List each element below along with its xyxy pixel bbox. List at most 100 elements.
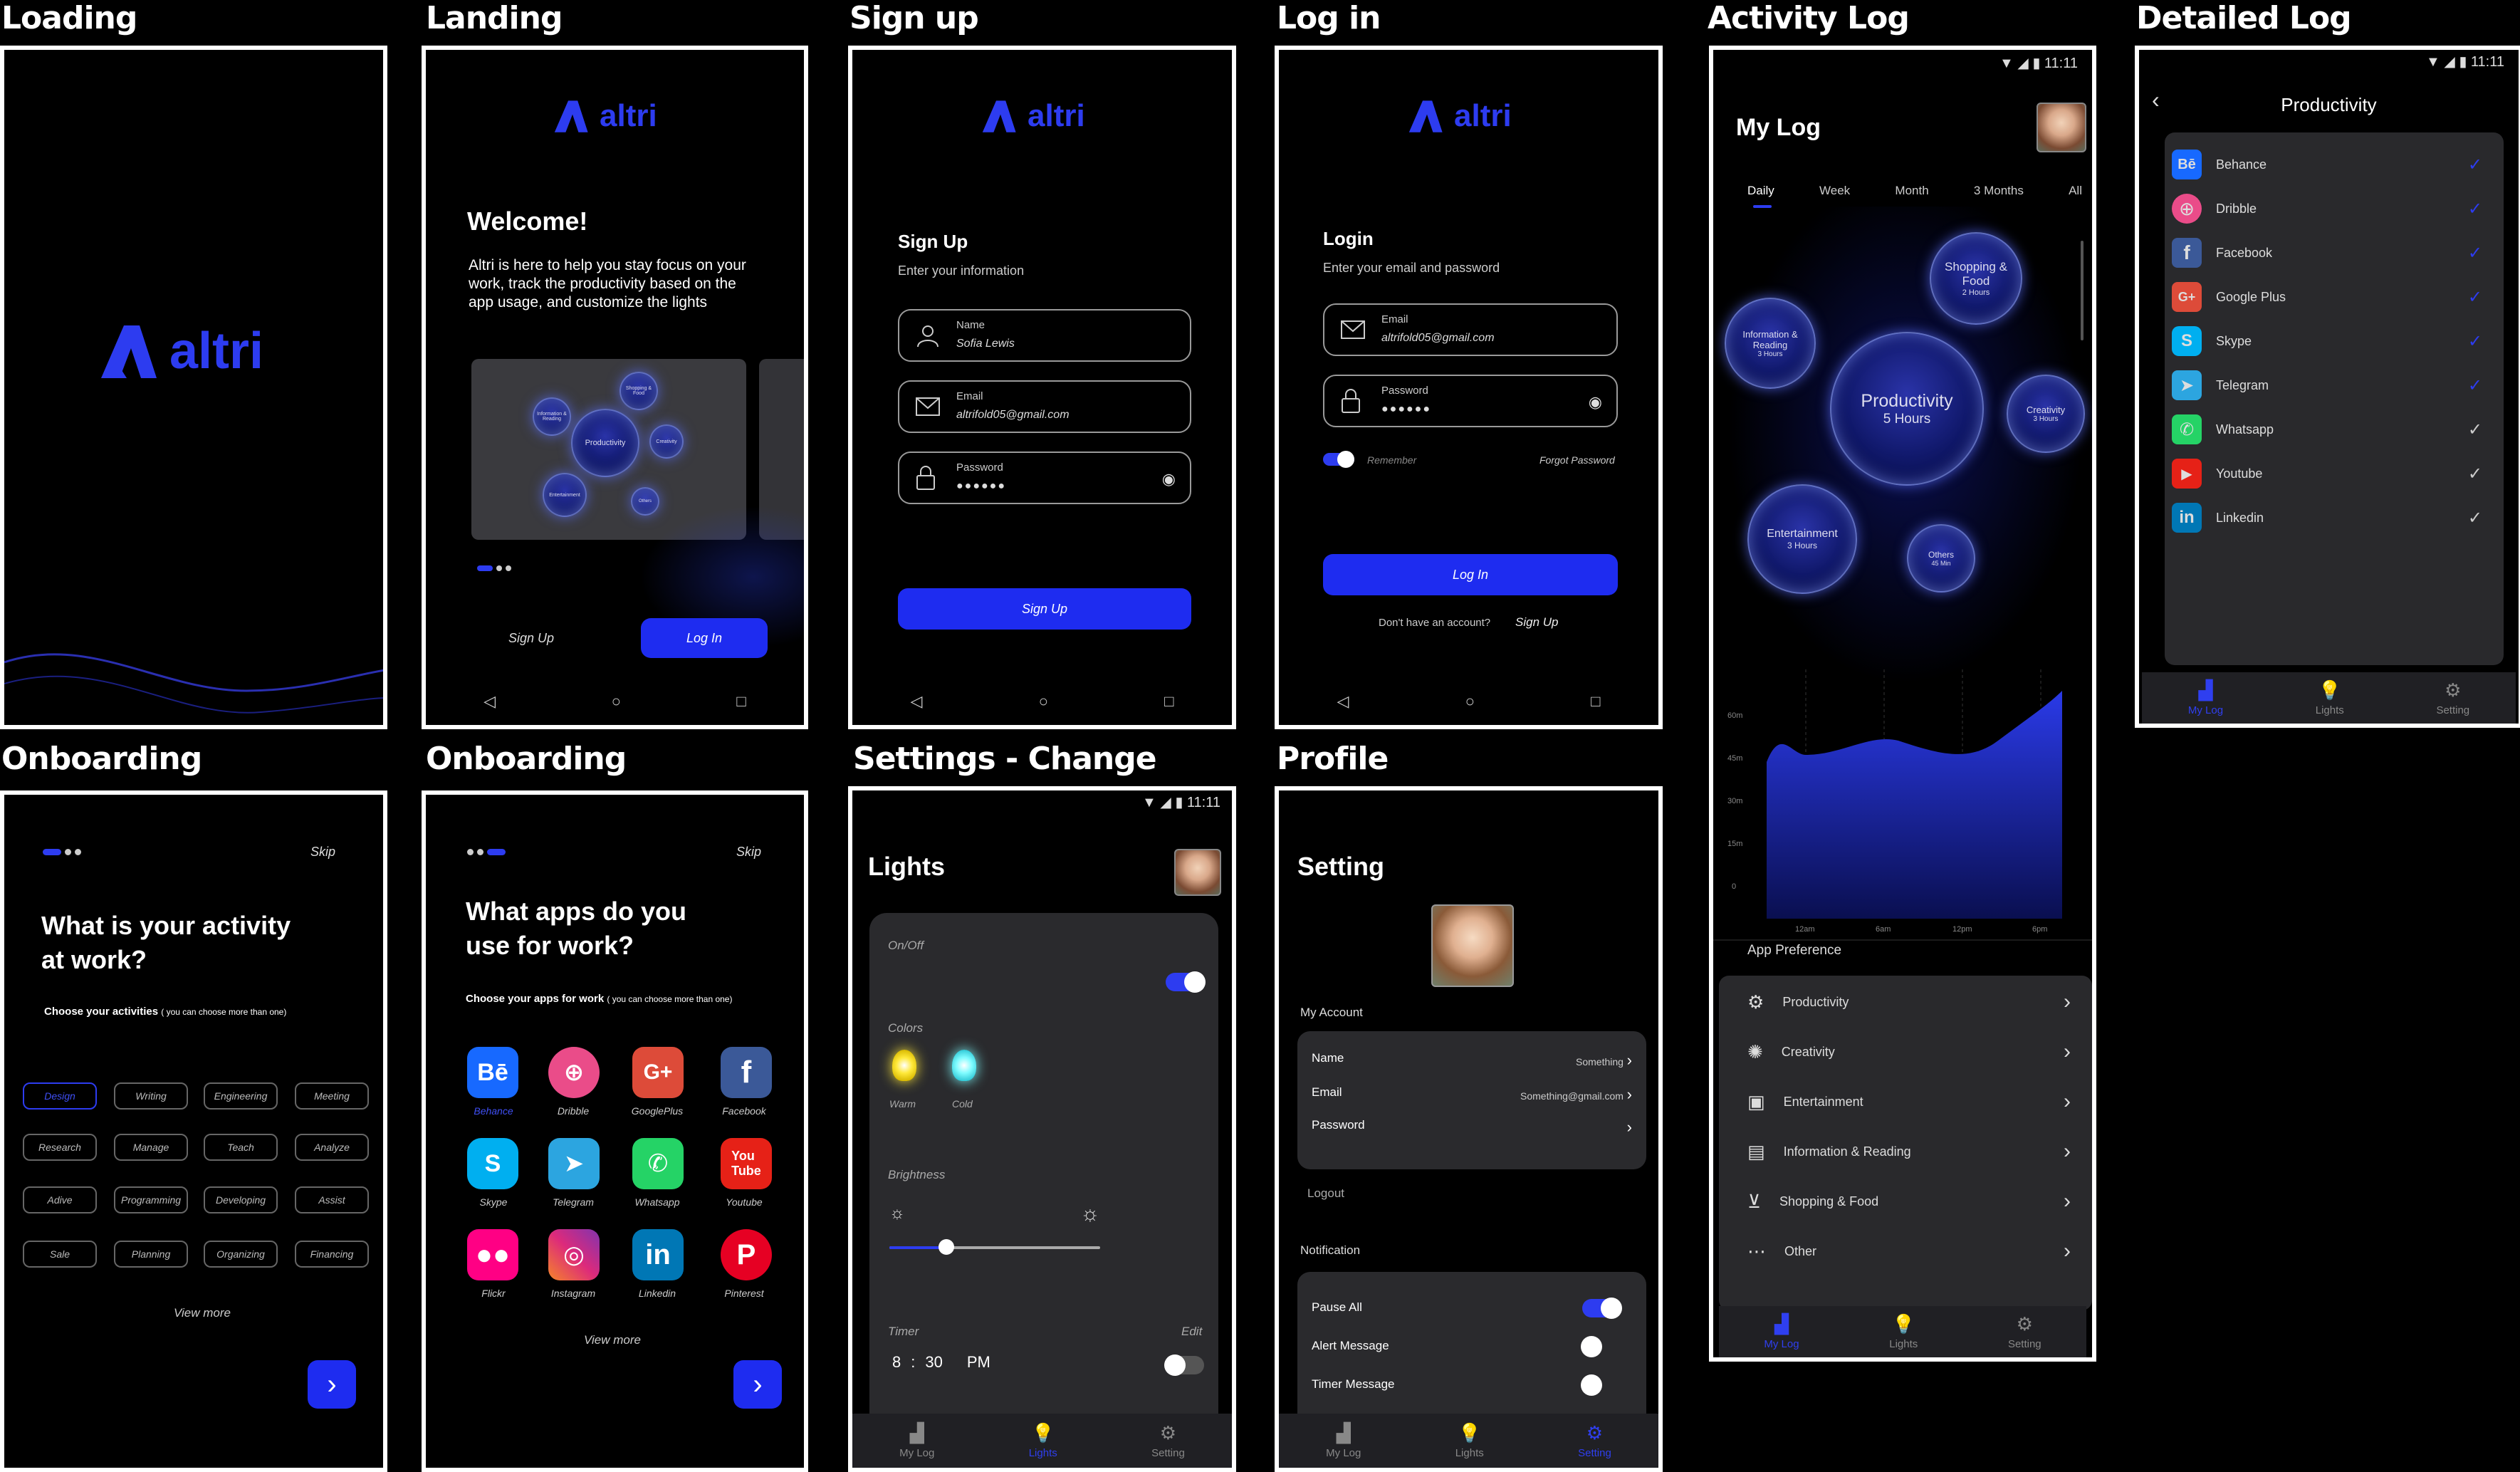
name-field[interactable]: Name Sofia Lewis xyxy=(898,309,1191,362)
tab-lights[interactable]: 💡 Lights xyxy=(1889,1313,1918,1350)
next-button[interactable]: › xyxy=(308,1360,356,1409)
chip-engineering[interactable]: Engineering xyxy=(204,1082,278,1110)
behance-icon[interactable]: Bē xyxy=(467,1047,518,1098)
forgot-password-link[interactable]: Forgot Password xyxy=(1539,454,1615,466)
chip-assist[interactable]: Assist xyxy=(295,1186,369,1213)
tab-setting[interactable]: ⚙ Setting xyxy=(2008,1313,2041,1350)
pinterest-icon[interactable]: P xyxy=(721,1229,772,1280)
brightness-slider-thumb[interactable] xyxy=(938,1239,954,1255)
back-icon[interactable]: ◁ xyxy=(483,692,496,711)
recents-icon[interactable]: □ xyxy=(1164,692,1173,711)
dribbble-icon[interactable]: ⊕ xyxy=(548,1047,600,1098)
bubble-creativity[interactable]: Creativity 3 Hours xyxy=(2007,375,2085,453)
chip-programming[interactable]: Programming xyxy=(114,1186,188,1213)
signup-link[interactable]: Sign Up xyxy=(1515,615,1558,630)
youtube-icon[interactable]: You Tube xyxy=(721,1138,772,1189)
profile-avatar[interactable] xyxy=(1431,904,1514,987)
app-row-facebook[interactable]: f Facebook ✓ xyxy=(2165,231,2504,275)
tab-mylog[interactable]: ▟ My Log xyxy=(899,1422,934,1459)
chip-organizing[interactable]: Organizing xyxy=(204,1241,278,1268)
tab-setting[interactable]: ⚙ Setting xyxy=(2436,679,2469,716)
tab-daily[interactable]: Daily xyxy=(1747,184,1774,198)
password-row[interactable]: Password › xyxy=(1312,1118,1632,1137)
next-button[interactable]: › xyxy=(733,1360,782,1409)
chip-sale[interactable]: Sale xyxy=(23,1241,97,1268)
name-row[interactable]: Name Something › xyxy=(1312,1051,1632,1070)
signup-link[interactable]: Sign Up xyxy=(508,631,554,646)
cold-bulb-icon[interactable] xyxy=(952,1050,976,1081)
tab-mylog[interactable]: ▟ My Log xyxy=(1764,1313,1799,1350)
view-more-link[interactable]: View more xyxy=(584,1333,641,1347)
login-button[interactable]: Log In xyxy=(1323,554,1618,595)
telegram-icon[interactable]: ➤ xyxy=(548,1138,600,1189)
chip-analyze[interactable]: Analyze xyxy=(295,1134,369,1161)
home-icon[interactable]: ○ xyxy=(1039,692,1048,711)
pause-all-toggle[interactable] xyxy=(1582,1298,1622,1319)
chip-financing[interactable]: Financing xyxy=(295,1241,369,1268)
pref-shopping[interactable]: ⊻ Shopping & Food › xyxy=(1719,1179,2092,1223)
flickr-icon[interactable]: ●● xyxy=(467,1229,518,1280)
login-button[interactable]: Log In xyxy=(641,618,768,658)
alert-toggle[interactable] xyxy=(1581,1336,1621,1357)
email-field[interactable]: Email altrifold05@gmail.com xyxy=(898,380,1191,433)
bubble-scrollbar[interactable] xyxy=(2081,241,2084,340)
tab-lights[interactable]: 💡 Lights xyxy=(1029,1422,1057,1459)
timer-toggle[interactable] xyxy=(1164,1354,1204,1376)
pref-productivity[interactable]: ⚙ Productivity › xyxy=(1719,980,2092,1024)
app-row-dribble[interactable]: ⊕ Dribble ✓ xyxy=(2165,187,2504,231)
bubble-productivity[interactable]: Productivity 5 Hours xyxy=(1830,332,1984,486)
bubble-shopping[interactable]: Shopping & Food 2 Hours xyxy=(1930,232,2022,325)
tab-lights[interactable]: 💡 Lights xyxy=(1455,1422,1484,1459)
facebook-icon[interactable]: f xyxy=(721,1047,772,1098)
tab-month[interactable]: Month xyxy=(1895,184,1928,198)
pref-other[interactable]: ⋯ Other › xyxy=(1719,1229,2092,1273)
chip-teach[interactable]: Teach xyxy=(204,1134,278,1161)
recents-icon[interactable]: □ xyxy=(736,692,746,711)
tab-week[interactable]: Week xyxy=(1819,184,1850,198)
tab-mylog[interactable]: ▟ My Log xyxy=(1326,1422,1361,1459)
tab-mylog[interactable]: ▟ My Log xyxy=(2188,679,2223,716)
password-field[interactable]: Password ●●●●●● ◉ xyxy=(898,451,1191,504)
bubble-information[interactable]: Information & Reading 3 Hours xyxy=(1725,298,1816,389)
timer-edit-link[interactable]: Edit xyxy=(1181,1325,1202,1339)
app-row-linkedin[interactable]: in Linkedin ✓ xyxy=(2165,496,2504,540)
pref-creativity[interactable]: ✺ Creativity › xyxy=(1719,1030,2092,1074)
skip-link[interactable]: Skip xyxy=(736,845,761,860)
view-more-link[interactable]: View more xyxy=(174,1306,231,1320)
pref-entertainment[interactable]: ▣ Entertainment › xyxy=(1719,1080,2092,1124)
skip-link[interactable]: Skip xyxy=(310,845,335,860)
back-icon[interactable]: ◁ xyxy=(1337,692,1349,711)
recents-icon[interactable]: □ xyxy=(1591,692,1600,711)
app-row-behance[interactable]: Bē Behance ✓ xyxy=(2165,142,2504,187)
chip-writing[interactable]: Writing xyxy=(114,1082,188,1110)
chip-planning[interactable]: Planning xyxy=(114,1241,188,1268)
lights-power-toggle[interactable] xyxy=(1166,971,1206,993)
app-row-skype[interactable]: S Skype ✓ xyxy=(2165,319,2504,363)
whatsapp-icon[interactable]: ✆ xyxy=(632,1138,684,1189)
linkedin-icon[interactable]: in xyxy=(632,1229,684,1280)
googleplus-icon[interactable]: G+ xyxy=(632,1047,684,1098)
chip-manage[interactable]: Manage xyxy=(114,1134,188,1161)
tab-lights[interactable]: 💡 Lights xyxy=(2316,679,2344,716)
bubble-entertainment[interactable]: Entertainment 3 Hours xyxy=(1747,484,1857,594)
home-icon[interactable]: ○ xyxy=(612,692,621,711)
app-row-youtube[interactable]: ▶ Youtube ✓ xyxy=(2165,451,2504,496)
app-row-telegram[interactable]: ➤ Telegram ✓ xyxy=(2165,363,2504,407)
tab-3months[interactable]: 3 Months xyxy=(1974,184,2024,198)
back-icon[interactable]: ◁ xyxy=(911,692,923,711)
chip-developing[interactable]: Developing xyxy=(204,1186,278,1213)
logout-link[interactable]: Logout xyxy=(1307,1186,1344,1201)
pref-information[interactable]: ▤ Information & Reading › xyxy=(1719,1129,2092,1174)
chip-design[interactable]: Design xyxy=(23,1082,97,1110)
chip-meeting[interactable]: Meeting xyxy=(295,1082,369,1110)
app-row-whatsapp[interactable]: ✆ Whatsapp ✓ xyxy=(2165,407,2504,451)
email-row[interactable]: Email Something@gmail.com › xyxy=(1312,1085,1632,1104)
tab-all[interactable]: All xyxy=(2069,184,2082,198)
skype-icon[interactable]: S xyxy=(467,1138,518,1189)
chip-research[interactable]: Research xyxy=(23,1134,97,1161)
tab-setting[interactable]: ⚙ Setting xyxy=(1151,1422,1185,1459)
password-field[interactable]: Password ●●●●●● ◉ xyxy=(1323,375,1618,427)
app-row-googleplus[interactable]: G+ Google Plus ✓ xyxy=(2165,275,2504,319)
brightness-slider[interactable] xyxy=(889,1239,1100,1255)
bubble-others[interactable]: Others 45 Min xyxy=(1907,524,1975,593)
